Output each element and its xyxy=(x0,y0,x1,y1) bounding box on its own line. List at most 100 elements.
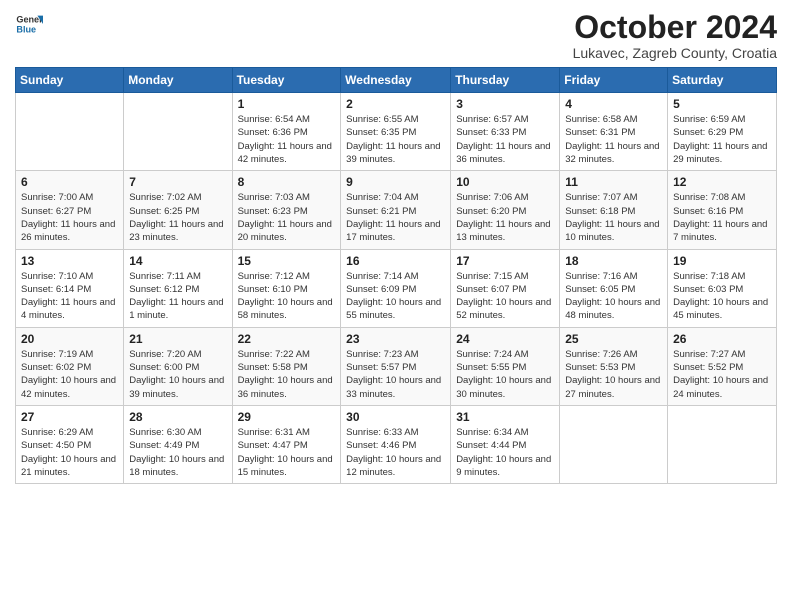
day-info: Sunrise: 6:59 AMSunset: 6:29 PMDaylight:… xyxy=(673,113,771,166)
day-number: 20 xyxy=(21,332,118,346)
calendar-cell xyxy=(560,405,668,483)
day-number: 17 xyxy=(456,254,554,268)
calendar-cell: 8 Sunrise: 7:03 AMSunset: 6:23 PMDaylight… xyxy=(232,171,341,249)
day-info: Sunrise: 6:54 AMSunset: 6:36 PMDaylight:… xyxy=(238,113,336,166)
day-info: Sunrise: 6:58 AMSunset: 6:31 PMDaylight:… xyxy=(565,113,662,166)
day-info: Sunrise: 7:14 AMSunset: 6:09 PMDaylight:… xyxy=(346,270,445,323)
calendar-cell: 28 Sunrise: 6:30 AMSunset: 4:49 PMDayligh… xyxy=(124,405,232,483)
day-info: Sunrise: 7:12 AMSunset: 6:10 PMDaylight:… xyxy=(238,270,336,323)
calendar-cell xyxy=(124,93,232,171)
day-number: 24 xyxy=(456,332,554,346)
calendar-cell: 30Sunrise: 6:33 AMSunset: 4:46 PMDayligh… xyxy=(341,405,451,483)
day-number: 14 xyxy=(129,254,226,268)
page-subtitle: Lukavec, Zagreb County, Croatia xyxy=(573,45,777,61)
day-info: Sunrise: 7:08 AMSunset: 6:16 PMDaylight:… xyxy=(673,191,771,244)
day-number: 23 xyxy=(346,332,445,346)
calendar-cell: 29Sunrise: 6:31 AMSunset: 4:47 PMDayligh… xyxy=(232,405,341,483)
day-number: 10 xyxy=(456,175,554,189)
day-info: Sunrise: 6:57 AMSunset: 6:33 PMDaylight:… xyxy=(456,113,554,166)
day-info: Sunrise: 7:15 AMSunset: 6:07 PMDaylight:… xyxy=(456,270,554,323)
day-info: Sunrise: 7:10 AMSunset: 6:14 PMDaylight:… xyxy=(21,270,118,323)
day-number: 21 xyxy=(129,332,226,346)
day-info: Sunrise: 7:27 AMSunset: 5:52 PMDaylight:… xyxy=(673,348,771,401)
day-number: 4 xyxy=(565,97,662,111)
day-number: 8 xyxy=(238,175,336,189)
header-wednesday: Wednesday xyxy=(341,68,451,93)
calendar-header-row: Sunday Monday Tuesday Wednesday Thursday… xyxy=(16,68,777,93)
day-number: 31 xyxy=(456,410,554,424)
calendar-cell: 3 Sunrise: 6:57 AMSunset: 6:33 PMDaylight… xyxy=(451,93,560,171)
day-number: 18 xyxy=(565,254,662,268)
calendar-cell: 14 Sunrise: 7:11 AMSunset: 6:12 PMDayligh… xyxy=(124,249,232,327)
header-saturday: Saturday xyxy=(668,68,777,93)
calendar-cell: 23Sunrise: 7:23 AMSunset: 5:57 PMDayligh… xyxy=(341,327,451,405)
day-number: 1 xyxy=(238,97,336,111)
day-info: Sunrise: 7:02 AMSunset: 6:25 PMDaylight:… xyxy=(129,191,226,244)
logo-icon: General Blue xyxy=(15,10,43,38)
day-info: Sunrise: 6:29 AMSunset: 4:50 PMDaylight:… xyxy=(21,426,118,479)
calendar-cell: 4 Sunrise: 6:58 AMSunset: 6:31 PMDaylight… xyxy=(560,93,668,171)
day-number: 29 xyxy=(238,410,336,424)
day-number: 25 xyxy=(565,332,662,346)
day-info: Sunrise: 7:07 AMSunset: 6:18 PMDaylight:… xyxy=(565,191,662,244)
calendar-week-4: 20 Sunrise: 7:19 AMSunset: 6:02 PMDayligh… xyxy=(16,327,777,405)
day-number: 27 xyxy=(21,410,118,424)
header-friday: Friday xyxy=(560,68,668,93)
calendar-cell: 9Sunrise: 7:04 AMSunset: 6:21 PMDaylight… xyxy=(341,171,451,249)
calendar-cell: 17 Sunrise: 7:15 AMSunset: 6:07 PMDayligh… xyxy=(451,249,560,327)
page-title: October 2024 xyxy=(573,10,777,45)
day-info: Sunrise: 7:16 AMSunset: 6:05 PMDaylight:… xyxy=(565,270,662,323)
day-number: 16 xyxy=(346,254,445,268)
calendar-cell: 2 Sunrise: 6:55 AMSunset: 6:35 PMDaylight… xyxy=(341,93,451,171)
day-info: Sunrise: 6:55 AMSunset: 6:35 PMDaylight:… xyxy=(346,113,445,166)
calendar-cell: 10 Sunrise: 7:06 AMSunset: 6:20 PMDayligh… xyxy=(451,171,560,249)
day-info: Sunrise: 6:30 AMSunset: 4:49 PMDaylight:… xyxy=(129,426,226,479)
calendar-cell: 15 Sunrise: 7:12 AMSunset: 6:10 PMDayligh… xyxy=(232,249,341,327)
page-container: General Blue October 2024 Lukavec, Zagre… xyxy=(0,0,792,499)
calendar-week-5: 27 Sunrise: 6:29 AMSunset: 4:50 PMDayligh… xyxy=(16,405,777,483)
calendar-cell: 19Sunrise: 7:18 AMSunset: 6:03 PMDayligh… xyxy=(668,249,777,327)
calendar-cell: 26 Sunrise: 7:27 AMSunset: 5:52 PMDayligh… xyxy=(668,327,777,405)
calendar-cell: 25 Sunrise: 7:26 AMSunset: 5:53 PMDayligh… xyxy=(560,327,668,405)
calendar-cell: 22 Sunrise: 7:22 AMSunset: 5:58 PMDayligh… xyxy=(232,327,341,405)
calendar-cell: 11 Sunrise: 7:07 AMSunset: 6:18 PMDayligh… xyxy=(560,171,668,249)
calendar-cell: 27 Sunrise: 6:29 AMSunset: 4:50 PMDayligh… xyxy=(16,405,124,483)
calendar-cell: 7Sunrise: 7:02 AMSunset: 6:25 PMDaylight… xyxy=(124,171,232,249)
day-number: 2 xyxy=(346,97,445,111)
header: General Blue October 2024 Lukavec, Zagre… xyxy=(15,10,777,61)
day-number: 3 xyxy=(456,97,554,111)
header-monday: Monday xyxy=(124,68,232,93)
calendar-cell: 18 Sunrise: 7:16 AMSunset: 6:05 PMDayligh… xyxy=(560,249,668,327)
calendar-week-1: 1 Sunrise: 6:54 AMSunset: 6:36 PMDaylight… xyxy=(16,93,777,171)
day-number: 12 xyxy=(673,175,771,189)
day-info: Sunrise: 7:22 AMSunset: 5:58 PMDaylight:… xyxy=(238,348,336,401)
calendar-cell: 5Sunrise: 6:59 AMSunset: 6:29 PMDaylight… xyxy=(668,93,777,171)
day-info: Sunrise: 7:04 AMSunset: 6:21 PMDaylight:… xyxy=(346,191,445,244)
day-info: Sunrise: 7:26 AMSunset: 5:53 PMDaylight:… xyxy=(565,348,662,401)
day-info: Sunrise: 7:19 AMSunset: 6:02 PMDaylight:… xyxy=(21,348,118,401)
calendar-week-2: 6 Sunrise: 7:00 AMSunset: 6:27 PMDaylight… xyxy=(16,171,777,249)
day-info: Sunrise: 7:11 AMSunset: 6:12 PMDaylight:… xyxy=(129,270,226,323)
calendar-cell: 21 Sunrise: 7:20 AMSunset: 6:00 PMDayligh… xyxy=(124,327,232,405)
calendar-cell: 12 Sunrise: 7:08 AMSunset: 6:16 PMDayligh… xyxy=(668,171,777,249)
header-tuesday: Tuesday xyxy=(232,68,341,93)
day-number: 28 xyxy=(129,410,226,424)
day-number: 6 xyxy=(21,175,118,189)
day-number: 22 xyxy=(238,332,336,346)
day-info: Sunrise: 7:06 AMSunset: 6:20 PMDaylight:… xyxy=(456,191,554,244)
day-number: 15 xyxy=(238,254,336,268)
day-number: 13 xyxy=(21,254,118,268)
day-info: Sunrise: 6:33 AMSunset: 4:46 PMDaylight:… xyxy=(346,426,445,479)
calendar-cell: 1 Sunrise: 6:54 AMSunset: 6:36 PMDaylight… xyxy=(232,93,341,171)
calendar-cell: 24Sunrise: 7:24 AMSunset: 5:55 PMDayligh… xyxy=(451,327,560,405)
day-number: 26 xyxy=(673,332,771,346)
calendar-week-3: 13 Sunrise: 7:10 AMSunset: 6:14 PMDayligh… xyxy=(16,249,777,327)
day-number: 11 xyxy=(565,175,662,189)
calendar-cell: 16 Sunrise: 7:14 AMSunset: 6:09 PMDayligh… xyxy=(341,249,451,327)
day-info: Sunrise: 7:03 AMSunset: 6:23 PMDaylight:… xyxy=(238,191,336,244)
day-info: Sunrise: 7:00 AMSunset: 6:27 PMDaylight:… xyxy=(21,191,118,244)
calendar-cell: 20 Sunrise: 7:19 AMSunset: 6:02 PMDayligh… xyxy=(16,327,124,405)
logo: General Blue xyxy=(15,10,43,38)
title-block: October 2024 Lukavec, Zagreb County, Cro… xyxy=(573,10,777,61)
day-info: Sunrise: 7:20 AMSunset: 6:00 PMDaylight:… xyxy=(129,348,226,401)
